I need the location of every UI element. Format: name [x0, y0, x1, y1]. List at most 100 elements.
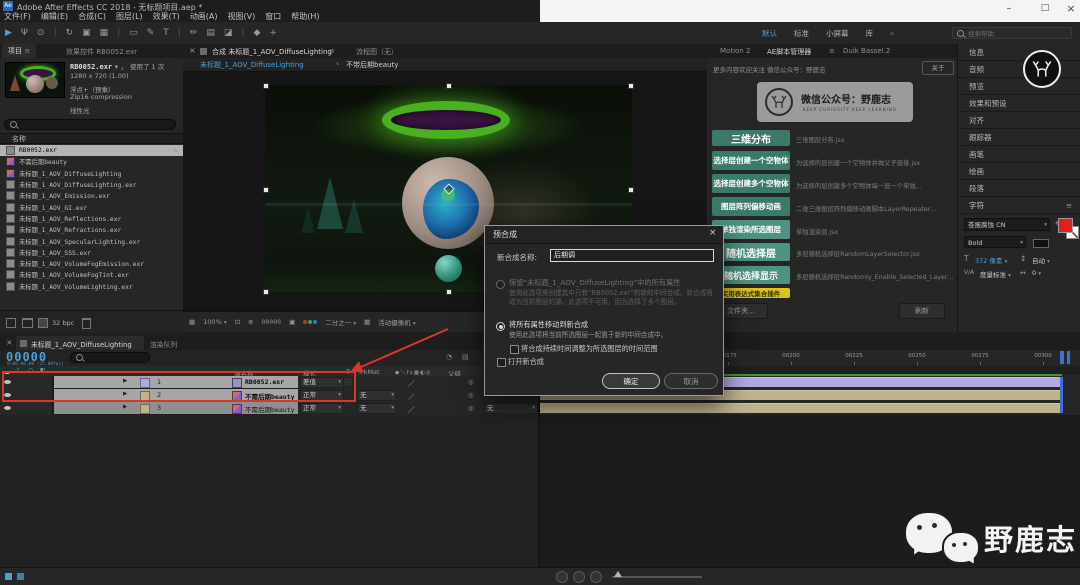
- project-name-column-header[interactable]: 名称: [0, 133, 183, 144]
- footer-toggle-icon[interactable]: [5, 573, 12, 580]
- move-attributes-radio[interactable]: [496, 322, 505, 331]
- cancel-button[interactable]: 取消: [664, 373, 718, 389]
- trkmat-dropdown[interactable]: 无▾: [357, 403, 397, 414]
- panel-preview[interactable]: 预览: [957, 78, 1080, 95]
- font-family-dropdown[interactable]: 苍报腐蚀 CN▾: [964, 218, 1050, 231]
- timeline-search-box[interactable]: [70, 352, 150, 363]
- quality-switch[interactable]: ／: [408, 404, 415, 414]
- bit-depth-label[interactable]: 32 bpc: [52, 319, 74, 327]
- workspace-overflow-icon[interactable]: »: [890, 29, 895, 38]
- text-tool-icon[interactable]: T: [163, 28, 169, 38]
- layer-handle[interactable]: [628, 83, 634, 89]
- snapshot-icon[interactable]: ▣: [289, 318, 295, 326]
- panel-character[interactable]: 字符≡: [957, 197, 1080, 214]
- tab-flowchart[interactable]: 流程图（无）: [356, 47, 398, 57]
- menu-edit[interactable]: 编辑(E): [41, 11, 68, 22]
- tab-effect-controls[interactable]: 效果控件 RB0052.exr: [66, 47, 180, 57]
- layer-label-chip[interactable]: [140, 404, 150, 414]
- project-item[interactable]: 未标题_1_AOV_Reflections.exr: [0, 213, 183, 224]
- script-button-3d-distribute[interactable]: 三维分布: [712, 130, 790, 146]
- parent-pickwhip-icon[interactable]: ◎: [468, 391, 474, 399]
- menu-view[interactable]: 视图(V): [228, 11, 256, 22]
- frame-blend-toggle-icon[interactable]: [573, 571, 585, 583]
- tab-motion2[interactable]: Motion 2: [720, 47, 750, 55]
- leading-value[interactable]: 自动 ▾: [1032, 255, 1050, 265]
- panel-brushes[interactable]: 画笔: [957, 146, 1080, 163]
- project-item-selected[interactable]: RB0052.exr ∴: [0, 145, 183, 156]
- project-item[interactable]: 未标题_1_AOV_DiffuseLighting: [0, 168, 183, 179]
- help-search-box[interactable]: 搜索帮助: [952, 27, 1072, 39]
- project-item[interactable]: 未标题_1_AOV_SpecularLighting.exr: [0, 235, 183, 246]
- timeline-zoom-slider[interactable]: [612, 576, 702, 578]
- project-item[interactable]: 未标题_1_AOV_Refractions.exr: [0, 224, 183, 235]
- close-button[interactable]: ×: [1062, 2, 1080, 15]
- layer-handle[interactable]: [263, 187, 269, 193]
- trkmat-dropdown[interactable]: 无▾: [357, 390, 397, 401]
- about-button[interactable]: 关于: [922, 61, 954, 75]
- interpret-footage-icon[interactable]: [6, 318, 16, 328]
- puppet-tool-icon[interactable]: +: [269, 28, 277, 38]
- layer-name[interactable]: 不需后期beauty: [245, 404, 294, 414]
- camera-tool-icon[interactable]: ▣: [82, 28, 91, 38]
- shy-toggle-icon[interactable]: [556, 571, 568, 583]
- workspace-small-screen[interactable]: 小屏幕: [826, 28, 849, 39]
- breadcrumb-back-icon[interactable]: ‹: [336, 59, 339, 68]
- layer-handle[interactable]: [628, 187, 634, 193]
- layer-handle[interactable]: [446, 83, 452, 89]
- open-new-comp-label[interactable]: 打开新合成: [508, 357, 544, 367]
- new-comp-name-input[interactable]: 后期调: [550, 249, 714, 262]
- layer-handle[interactable]: [446, 289, 452, 295]
- panel-audio[interactable]: 音频: [957, 61, 1080, 78]
- open-new-comp-checkbox[interactable]: [497, 358, 506, 367]
- tab-script-manager[interactable]: AE脚本管理器: [767, 47, 811, 57]
- project-item[interactable]: 未标题_1_AOV_VolumeFogEmission.exr: [0, 258, 183, 269]
- menu-animation[interactable]: 动画(A): [190, 11, 218, 22]
- font-size-value[interactable]: 372 像素 ▾: [975, 255, 1007, 265]
- menu-help[interactable]: 帮助(H): [291, 11, 319, 22]
- tab-project[interactable]: 项目 ≡: [2, 44, 36, 58]
- menu-file[interactable]: 文件(F): [4, 11, 31, 22]
- script-button-null-single[interactable]: 选择层创建一个空物体: [712, 151, 790, 170]
- tab-render-queue[interactable]: 渲染队列: [150, 339, 177, 349]
- keep-attributes-label[interactable]: 保留“未标题_1_AOV_DiffuseLighting”中的所有属性: [509, 278, 713, 288]
- project-item[interactable]: 未标题_1_AOV_GI.exr: [0, 201, 183, 212]
- project-item[interactable]: 未标题_1_AOV_VolumeLighting.exr: [0, 281, 183, 292]
- panel-paragraph[interactable]: 段落: [957, 180, 1080, 197]
- shape-tool-icon[interactable]: ▭: [129, 28, 138, 38]
- breadcrumb-parent[interactable]: 不带后期beauty: [346, 60, 398, 70]
- brush-tool-icon[interactable]: ✏: [190, 28, 198, 38]
- panel-effects-presets[interactable]: 效果和预设: [957, 95, 1080, 112]
- magnification-dropdown[interactable]: 100% ▾: [203, 318, 226, 326]
- mask-toggle-icon[interactable]: ⊕: [248, 318, 253, 326]
- always-preview-icon[interactable]: ▦: [189, 318, 195, 326]
- new-folder-icon[interactable]: [22, 318, 33, 328]
- project-item[interactable]: 未标题_1_AOV_VolumeFogTint.exr: [0, 269, 183, 280]
- layer-expand-icon[interactable]: ▶: [123, 404, 127, 410]
- menu-layer[interactable]: 图层(L): [116, 11, 143, 22]
- rotate-tool-icon[interactable]: ↻: [66, 28, 74, 38]
- layer-handle[interactable]: [263, 289, 269, 295]
- parent-pickwhip-icon[interactable]: ◎: [468, 378, 474, 386]
- comp-panel-menu-icon[interactable]: ≡: [329, 47, 335, 55]
- tab-duik[interactable]: Duik Bassel.2: [843, 47, 890, 55]
- zoom-tool-icon[interactable]: ⊙: [37, 28, 45, 38]
- maximize-button[interactable]: □: [1036, 3, 1054, 13]
- comp-tab-close-icon[interactable]: ×: [189, 46, 196, 55]
- workspace-default[interactable]: 默认: [762, 28, 777, 39]
- viewer-timecode[interactable]: 00000: [262, 318, 282, 326]
- panel-paint[interactable]: 绘画: [957, 163, 1080, 180]
- tab-composition[interactable]: 合成 未标题_1_AOV_DiffuseLighting: [212, 47, 332, 57]
- layer-eye-icon[interactable]: [4, 406, 11, 410]
- adjust-duration-checkbox[interactable]: [510, 345, 519, 354]
- menu-window[interactable]: 窗口: [265, 11, 281, 22]
- minimize-button[interactable]: –: [1000, 3, 1018, 14]
- tracking-value[interactable]: 0 ▾: [1032, 269, 1041, 277]
- font-style-dropdown[interactable]: Bold▾: [964, 236, 1026, 248]
- eraser-tool-icon[interactable]: ◪: [224, 28, 233, 38]
- comp-end-marker[interactable]: [1060, 351, 1064, 364]
- project-item[interactable]: 未标题_1_AOV_DiffuseLighting.exr: [0, 179, 183, 190]
- project-item[interactable]: 未标题_1_AOV_SSS.exr: [0, 247, 183, 258]
- hand-tool-icon[interactable]: Ψ: [21, 28, 28, 38]
- rotobrush-tool-icon[interactable]: ◆: [253, 28, 260, 38]
- timeline-tab-close-icon[interactable]: ×: [6, 338, 13, 347]
